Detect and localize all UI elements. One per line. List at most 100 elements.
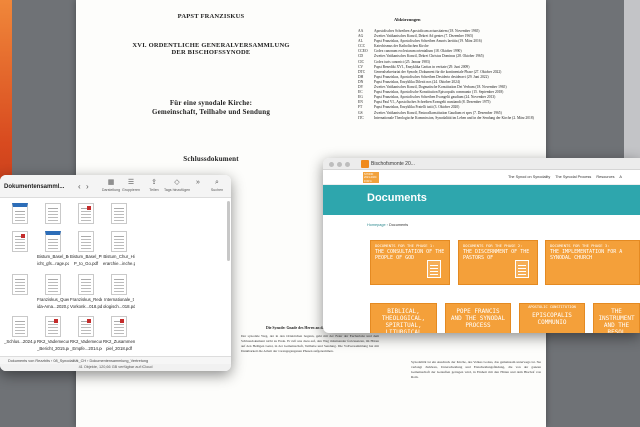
document-icon xyxy=(515,260,529,278)
file-name: Internationale_t xyxy=(104,297,134,302)
file-item[interactable]: Bistum_Chur_Hi erarchie...inche.pdf xyxy=(103,231,135,266)
nav-synodal-process[interactable]: The Synodal Process xyxy=(555,175,591,179)
status-bar: 41 Objekte, 120,66 GB verfügbar auf iClo… xyxy=(0,364,231,371)
pdf-thumbnail xyxy=(111,274,127,295)
file-item[interactable] xyxy=(4,203,36,224)
pdf-thumbnail xyxy=(78,231,94,252)
file-name: Franziskus_Rede_ xyxy=(70,297,102,302)
file-name: ologisch...018.pdf xyxy=(103,304,135,309)
card-instrument[interactable]: The instrument and the resol xyxy=(593,303,640,333)
path-bar[interactable]: Dokuments von Rezzbits › 08_Synodalität_… xyxy=(0,356,231,364)
card-title: Biblical, theological, spiritual, liturg… xyxy=(381,308,426,333)
file-item[interactable]: _Schlus...2024.pdf xyxy=(4,316,36,344)
pdf-thumbnail xyxy=(12,203,28,224)
file-item[interactable]: Bistum_Basel_Ber icht_gfs...rage.pdf xyxy=(37,231,69,266)
file-item[interactable]: Franziskus_Quer ida-Ama...2020.pdf xyxy=(37,274,69,309)
pdf-thumbnail xyxy=(45,274,61,295)
favicon-icon xyxy=(361,160,369,168)
pdf-title-assembly: XVI. ORDENTLICHE GENERALVERSAMMLUNG xyxy=(132,42,290,49)
file-icon-grid: Bistum_Basel_Ber icht_gfs...rage.pdf Bis… xyxy=(0,199,226,356)
breadcrumb-current: Documents xyxy=(388,223,409,227)
back-arrow-icon[interactable]: ‹ xyxy=(78,182,81,191)
finder-window[interactable]: Dokumentensamml... ‹ › ▦ Darstellung ☰ G… xyxy=(0,175,231,371)
file-name: _Schlus...2024.pdf xyxy=(4,339,36,344)
pdf-thumbnail xyxy=(78,316,94,337)
breadcrumb-home[interactable]: Homepage xyxy=(367,223,386,227)
file-name: RK2_Vademecum xyxy=(37,339,69,344)
nav-synod-on-synodality[interactable]: The Synod on Synodality xyxy=(508,175,550,179)
card-phase-1[interactable]: Documents for the phase 1: The consultati… xyxy=(370,240,450,285)
file-name: _Bericht_2015.pdf xyxy=(37,346,69,351)
abbreviation-row: ITC Internationale Theologische Kommissio… xyxy=(358,116,538,121)
pdf-thumbnail xyxy=(78,274,94,295)
file-item[interactable] xyxy=(103,203,135,224)
search-button[interactable]: ⌕ Suchen xyxy=(204,178,230,196)
finder-toolbar: Dokumentensamml... ‹ › ▦ Darstellung ☰ G… xyxy=(0,175,231,198)
abbreviation-key: ITC xyxy=(358,115,364,120)
minimize-window-icon[interactable] xyxy=(337,162,342,167)
pdf-thumbnail xyxy=(12,231,28,252)
pdf-thumbnail xyxy=(45,231,61,252)
browser-tab-title[interactable]: Bischofsmonte 20... xyxy=(371,161,415,167)
card-title: Pope Francis and the synodal process xyxy=(450,308,506,329)
pdf-thumbnail xyxy=(111,316,127,337)
file-item[interactable]: RK2_Vademecum _Empfe...2014.pdf xyxy=(70,316,102,351)
card-title: The implementation for a synodal church xyxy=(550,248,623,261)
browser-tab-bar: Bischofsmonte 20... xyxy=(323,158,640,170)
pdf-body-text-2: Synodalität ist ein Ausdruck der Kirche,… xyxy=(411,360,541,379)
search-label: Suchen xyxy=(210,188,224,192)
zoom-window-icon[interactable] xyxy=(345,162,350,167)
pdf-title-pope: PAPST FRANZISKUS xyxy=(177,13,245,20)
file-name: Bistum_Basel_PE xyxy=(70,254,102,259)
pdf-thumbnail xyxy=(12,316,28,337)
card-resources[interactable]: Biblical, theological, spiritual, liturg… xyxy=(370,303,437,333)
file-name: Franziskus_Quer xyxy=(37,297,69,302)
pdf-final-document: Schlussdokument xyxy=(183,155,239,163)
file-item[interactable]: Franziskus_Rede_ Vorkonk...018.pdf xyxy=(70,274,102,309)
card-episcopalis-communio[interactable]: Apostolic constitution Episcopalis commu… xyxy=(519,303,585,333)
pdf-thumbnail xyxy=(111,203,127,224)
pdf-thumbnail xyxy=(78,203,94,224)
file-item[interactable] xyxy=(70,203,102,224)
pdf-subtitle-church: Für eine synodale Kirche: xyxy=(169,99,253,107)
abbreviations-heading: Abkürzungen xyxy=(394,17,421,22)
file-name: _Empfe...2014.pdf xyxy=(70,346,102,351)
file-name: Bistum_Chur_Hi xyxy=(103,254,135,259)
file-name: piel_2018.pdf xyxy=(106,346,132,351)
nav-resources[interactable]: Resources xyxy=(596,175,614,179)
card-phase-3[interactable]: Documents for the phase 3: The implementa… xyxy=(545,240,640,285)
pdf-thumbnail xyxy=(12,274,28,295)
pdf-title-synod: DER BISCHOFSSYNODE xyxy=(171,49,251,56)
file-name: erarchie...inche.pdf xyxy=(103,261,135,266)
document-icon xyxy=(427,260,441,278)
file-item[interactable] xyxy=(4,231,36,252)
pdf-subtitle-communion: Gemeinschaft, Teilhabe und Sendung xyxy=(151,108,271,116)
scrollbar[interactable] xyxy=(227,201,230,261)
site-header: SYNOD 2021-2024 FOR A SYNODAL CHURCH The… xyxy=(323,170,640,185)
card-phase-2[interactable]: Documents for the phase 2: The discernmen… xyxy=(458,240,538,285)
finder-folder-title: Dokumentensamml... xyxy=(4,184,65,190)
forward-arrow-icon[interactable]: › xyxy=(86,182,89,191)
file-item[interactable]: RK2_Vademecum _Bericht_2015.pdf xyxy=(37,316,69,351)
abbreviations-list: AA Apostolisches Schreiben Apostolicam ac… xyxy=(358,29,538,121)
file-item[interactable] xyxy=(37,203,69,224)
file-item[interactable]: Bistum_Basel_PE P_to_Go.pdf xyxy=(70,231,102,266)
file-item[interactable]: RK2_Zusammen piel_2018.pdf xyxy=(103,316,135,351)
file-item[interactable] xyxy=(4,274,36,295)
browser-window[interactable]: Bischofsmonte 20... SYNOD 2021-2024 FOR … xyxy=(323,158,640,333)
pdf-thumbnail xyxy=(45,316,61,337)
card-pope-francis[interactable]: Pope Francis and the synodal process xyxy=(445,303,511,333)
file-name: RK2_Vademecum xyxy=(70,339,102,344)
pdf-thumbnail xyxy=(111,231,127,252)
abbreviation-value: Internationale Theologische Kommission, … xyxy=(374,115,534,120)
synod-logo[interactable]: SYNOD 2021-2024 FOR A SYNODAL CHURCH xyxy=(363,172,379,183)
nav-more[interactable]: A xyxy=(619,175,622,179)
breadcrumb: Homepage › Documents xyxy=(367,223,409,227)
card-title: Episcopalis communio xyxy=(532,312,572,326)
search-icon: ⌕ xyxy=(215,179,219,186)
file-name: ida-Ama...2020.pdf xyxy=(37,304,69,309)
site-nav: The Synod on Synodality The Synodal Proc… xyxy=(508,175,626,179)
file-item[interactable]: Internationale_t ologisch...018.pdf xyxy=(103,274,135,309)
pdf-thumbnail xyxy=(45,203,61,224)
close-window-icon[interactable] xyxy=(329,162,334,167)
